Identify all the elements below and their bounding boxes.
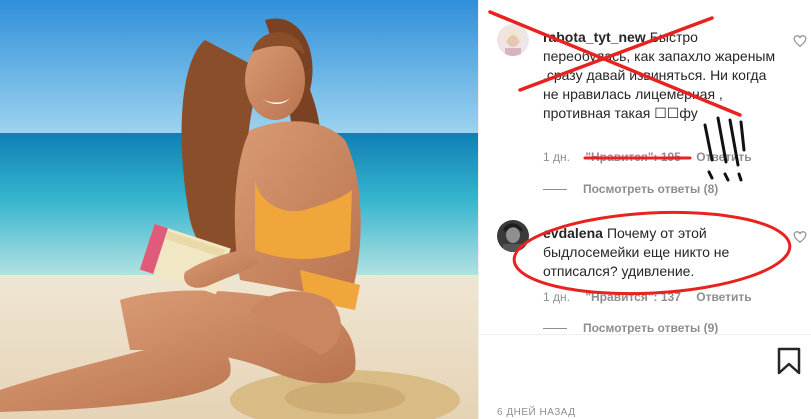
comment-meta: 1 дн. "Нравится": 195 Ответить [543,150,764,164]
replies-divider-line [543,188,567,190]
comment-text-block: rabota_tyt_new Быстро переобулась, как за… [543,28,783,123]
reply-button[interactable]: Ответить [696,150,751,164]
heart-icon[interactable] [793,34,807,48]
actions-divider [479,334,811,335]
view-replies-label: Посмотреть ответы (8) [583,182,719,196]
reply-button[interactable]: Ответить [696,290,751,304]
heart-icon[interactable] [793,230,807,244]
post-timestamp[interactable]: 6 ДНЕЙ НАЗАД [497,407,576,418]
view-replies-button[interactable]: Посмотреть ответы (8) [543,182,718,196]
comment-username[interactable]: evdalena [543,225,603,241]
avatar[interactable] [497,24,529,56]
comment-likes[interactable]: "Нравится": 137 [585,290,681,304]
view-replies-button[interactable]: Посмотреть ответы (9) [543,321,718,335]
comment-time[interactable]: 1 дн. [543,150,570,164]
bookmark-icon[interactable] [776,347,802,375]
post-photo [0,0,478,419]
avatar[interactable] [497,220,529,252]
comment-meta: 1 дн. "Нравится": 137 Ответить [543,290,764,304]
comment-username[interactable]: rabota_tyt_new [543,29,646,45]
comment-likes[interactable]: "Нравится": 195 [585,150,681,164]
comment-text-block: evdalena Почему от этой быдлосемейки еще … [543,224,783,281]
replies-divider-line [543,327,567,329]
view-replies-label: Посмотреть ответы (9) [583,321,719,335]
comments-panel: rabota_tyt_new Быстро переобулась, как за… [478,0,811,419]
comment-time[interactable]: 1 дн. [543,290,570,304]
